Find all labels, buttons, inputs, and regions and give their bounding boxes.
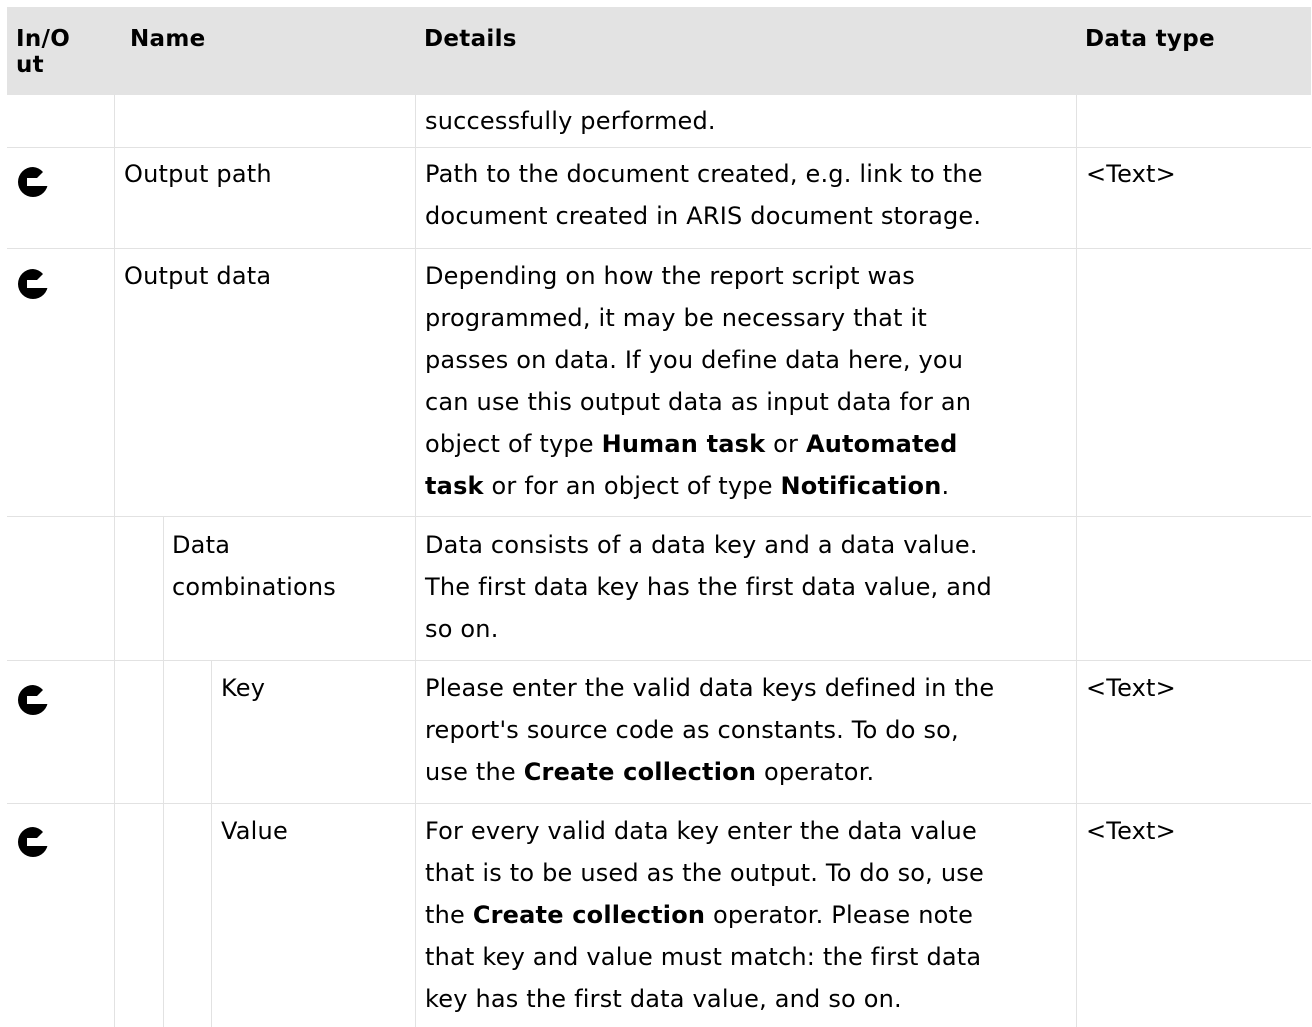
header-name-label: Name <box>130 26 206 52</box>
parameter-name: Value <box>221 817 288 845</box>
table-row: Value For every valid data key enter the… <box>7 803 1311 1027</box>
io-cell <box>7 95 114 147</box>
details-text: The first data key has the first data va… <box>425 573 992 601</box>
details-text: task or for an object of type Notificati… <box>425 465 949 507</box>
name-cell: Output path <box>114 147 415 248</box>
table-row: Key Please enter the valid data keys def… <box>7 660 1311 804</box>
type-cell <box>1076 95 1311 147</box>
details-text-bold: Create collection <box>472 901 706 929</box>
data-type-value: <Text> <box>1086 817 1176 845</box>
table-row: Data combinations Data consists of a dat… <box>7 516 1311 661</box>
header-in-out-line1: In/O <box>16 26 71 52</box>
details-text-bold: Human task <box>601 430 766 458</box>
details-text: can use this output data as input data f… <box>425 388 972 416</box>
details-text: Please enter the valid data keys defined… <box>425 674 995 702</box>
io-cell <box>7 516 114 660</box>
output-arrow-icon <box>18 827 48 857</box>
table-row: Output path Path to the document created… <box>7 147 1311 249</box>
name-cell: Key <box>114 660 415 803</box>
parameter-name: Output data <box>124 262 272 290</box>
details-text: programmed, it may be necessary that it <box>425 304 927 332</box>
details-text-plain: object of type <box>425 430 602 458</box>
name-cell: Data combinations <box>114 516 415 660</box>
output-arrow-icon <box>18 685 48 715</box>
details-text: passes on data. If you define data here,… <box>425 346 964 374</box>
details-text: that is to be used as the output. To do … <box>425 859 984 887</box>
details-cell: Depending on how the report script was p… <box>415 248 1076 516</box>
header-data-type: Data type <box>1076 7 1311 95</box>
indent-divider <box>163 660 164 803</box>
details-text-bold: Automated <box>805 430 958 458</box>
details-cell: Path to the document created, e.g. link … <box>415 147 1076 248</box>
details-text: For every valid data key enter the data … <box>425 817 977 845</box>
type-cell <box>1076 248 1311 516</box>
data-type-value: <Text> <box>1086 160 1176 188</box>
output-arrow-icon <box>18 269 48 299</box>
details-text-plain: operator. Please note <box>705 901 974 929</box>
parameter-name: Output path <box>124 160 272 188</box>
data-type-value: <Text> <box>1086 674 1176 702</box>
details-text: Depending on how the report script was <box>425 262 916 290</box>
details-text: key has the first data value, and so on. <box>425 985 902 1013</box>
type-cell: <Text> <box>1076 660 1311 803</box>
output-arrow-icon <box>18 167 48 197</box>
header-in-out: In/O ut <box>7 7 114 95</box>
table-row: successfully performed. <box>7 95 1311 148</box>
details-text-bold: task <box>425 472 484 500</box>
parameter-name: combinations <box>172 573 336 601</box>
details-cell: Please enter the valid data keys defined… <box>415 660 1076 803</box>
details-text: Data consists of a data key and a data v… <box>425 531 978 559</box>
details-text-bold: Notification <box>780 472 942 500</box>
header-data-type-label: Data type <box>1085 26 1215 52</box>
details-text: successfully performed. <box>425 107 716 135</box>
details-text: so on. <box>425 615 499 643</box>
name-cell: Value <box>114 803 415 1027</box>
details-text-plain: use the <box>425 758 524 786</box>
details-cell: For every valid data key enter the data … <box>415 803 1076 1027</box>
details-text: Path to the document created, e.g. link … <box>425 160 983 188</box>
table-row: Output data Depending on how the report … <box>7 248 1311 517</box>
details-text-plain: or for an object of type <box>483 472 781 500</box>
indent-divider <box>211 803 212 1027</box>
details-text-bold: Create collection <box>523 758 757 786</box>
parameter-name: Data <box>172 531 231 559</box>
indent-divider <box>163 803 164 1027</box>
details-text: document created in ARIS document storag… <box>425 202 982 230</box>
indent-divider <box>163 516 164 660</box>
parameter-name: Key <box>221 674 266 702</box>
header-name: Name <box>114 7 415 95</box>
details-text-plain: the <box>425 901 473 929</box>
io-cell <box>7 660 114 803</box>
details-text-plain: operator. <box>756 758 875 786</box>
details-cell: successfully performed. <box>415 95 1076 147</box>
io-cell <box>7 248 114 516</box>
type-cell: <Text> <box>1076 803 1311 1027</box>
details-text: report's source code as constants. To do… <box>425 716 959 744</box>
table-header-row: In/O ut Name Details Data type <box>7 7 1311 95</box>
details-text: the Create collection operator. Please n… <box>425 894 973 936</box>
indent-divider <box>211 660 212 803</box>
details-text-plain: or <box>765 430 806 458</box>
details-text-plain: . <box>941 472 950 500</box>
type-cell <box>1076 516 1311 660</box>
io-cell <box>7 803 114 1027</box>
name-cell <box>114 95 415 147</box>
header-in-out-line2: ut <box>16 52 44 78</box>
io-cell <box>7 147 114 248</box>
details-text: use the Create collection operator. <box>425 751 874 793</box>
header-details-label: Details <box>424 26 517 52</box>
name-cell: Output data <box>114 248 415 516</box>
type-cell: <Text> <box>1076 147 1311 248</box>
details-text: that key and value must match: the first… <box>425 943 982 971</box>
details-cell: Data consists of a data key and a data v… <box>415 516 1076 660</box>
details-text: object of type Human task or Automated <box>425 423 958 465</box>
header-details: Details <box>415 7 1076 95</box>
